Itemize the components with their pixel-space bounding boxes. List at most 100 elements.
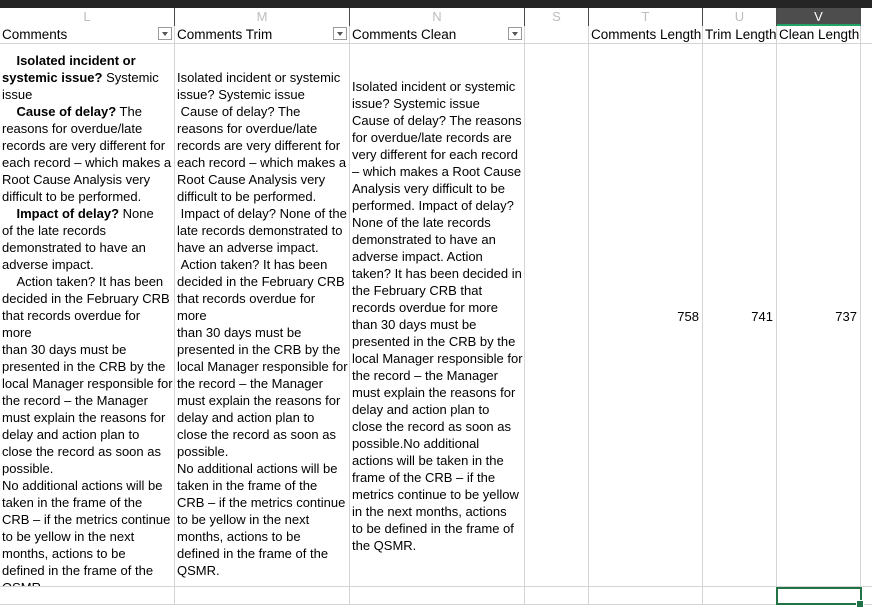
comment-line-text: systemic issue? — [2, 70, 103, 85]
header-trim-length[interactable]: Trim Length — [703, 26, 777, 44]
filter-dropdown-icon[interactable] — [508, 27, 522, 40]
comment-line-text: Action taken? It has been — [2, 274, 164, 289]
header-extra[interactable] — [861, 26, 872, 44]
header-comments-clean[interactable]: Comments Clean — [350, 26, 525, 44]
cell-comments-clean[interactable]: Isolated incident or systemic issue? Sys… — [350, 44, 525, 587]
comment-line-text: QSMR. — [2, 580, 45, 586]
comment-line-text: to be yellow in the next — [2, 529, 135, 544]
comment-line: Cause of delay? The — [2, 103, 173, 120]
comment-line: each record – which makes a — [2, 154, 173, 171]
column-header-t[interactable]: T — [589, 8, 703, 26]
comment-line: difficult to be performed. — [2, 188, 173, 205]
header-clean-length[interactable]: Clean Length — [777, 26, 861, 44]
comment-line-rest: The — [116, 104, 142, 119]
comment-line: presented in the CRB by the — [2, 358, 173, 375]
comment-line: that records overdue for more — [2, 307, 173, 341]
comment-line-text: issue — [2, 87, 33, 102]
comment-line-text: each record – which makes a — [2, 155, 172, 170]
comment-line: adverse impact. — [2, 256, 173, 273]
comment-line: delay and action plan to — [2, 426, 173, 443]
comment-line: systemic issue? Systemic — [2, 69, 173, 86]
comment-line-text: Root Cause Analysis very — [2, 172, 151, 187]
column-header-u[interactable]: U — [703, 8, 777, 26]
column-header-bar — [0, 0, 872, 8]
comment-line: local Manager responsible for — [2, 375, 173, 392]
comment-line: Action taken? It has been — [2, 273, 173, 290]
comment-line-text: months, actions to be — [2, 546, 126, 561]
cell-extra[interactable] — [861, 44, 872, 587]
comment-line: Root Cause Analysis very — [2, 171, 173, 188]
cell-comments[interactable]: Isolated incident or systemic issue? Syst… — [0, 44, 175, 587]
comment-line: must explain the reasons for — [2, 409, 173, 426]
cell-empty[interactable] — [175, 587, 350, 605]
comment-line: records are very different for — [2, 137, 173, 154]
cell-clean-length[interactable]: 737 — [777, 44, 861, 587]
active-cell-selection[interactable] — [776, 587, 862, 605]
comment-line: QSMR. — [2, 579, 173, 586]
comment-line-text: possible. — [2, 461, 54, 476]
comment-line-text: defined in the frame of the — [2, 563, 154, 578]
cell-empty[interactable] — [589, 587, 703, 605]
comment-line: to be yellow in the next — [2, 528, 173, 545]
comment-line: the record – the Manager — [2, 392, 173, 409]
comment-line-text: presented in the CRB by the — [2, 359, 166, 374]
comment-line-text: the record – the Manager — [2, 393, 148, 408]
comment-line: months, actions to be — [2, 545, 173, 562]
comment-line: of the late records — [2, 222, 173, 239]
comment-line-rest: Systemic — [102, 70, 159, 85]
column-header-n[interactable]: N — [350, 8, 525, 26]
comment-line-text: Impact of delay? — [2, 206, 120, 221]
comment-line: issue — [2, 86, 173, 103]
header-comments-trim-label: Comments Trim — [177, 27, 273, 42]
column-header-v[interactable]: V — [777, 8, 861, 26]
comment-line: Isolated incident or — [2, 52, 173, 69]
cell-empty[interactable] — [525, 587, 589, 605]
comment-line-text: adverse impact. — [2, 257, 94, 272]
header-comments-label: Comments — [2, 27, 68, 42]
header-comments-trim[interactable]: Comments Trim — [175, 26, 350, 44]
comment-line-text: taken in the frame of the — [2, 495, 143, 510]
header-comments-length-label: Comments Length — [591, 27, 702, 42]
comment-line: taken in the frame of the — [2, 494, 173, 511]
comment-line-text: than 30 days must be — [2, 342, 127, 357]
comment-line: than 30 days must be — [2, 341, 173, 358]
header-clean-length-label: Clean Length — [779, 27, 860, 42]
filter-dropdown-icon[interactable] — [333, 27, 347, 40]
cell-empty[interactable] — [0, 587, 175, 605]
comment-line: reasons for overdue/late — [2, 120, 173, 137]
column-header-s[interactable]: S — [525, 8, 589, 26]
cell-trim-length[interactable]: 741 — [703, 44, 777, 587]
fill-handle[interactable] — [856, 600, 864, 608]
comment-line-text: records are very different for — [2, 138, 166, 153]
comment-line-text: demonstrated to have an — [2, 240, 146, 255]
filter-dropdown-icon[interactable] — [158, 27, 172, 40]
column-header-l[interactable]: L — [0, 8, 175, 26]
header-comments-length[interactable]: Comments Length — [589, 26, 703, 44]
comment-line: close the record as soon as — [2, 443, 173, 460]
comment-line: demonstrated to have an — [2, 239, 173, 256]
header-trim-length-label: Trim Length — [705, 27, 777, 42]
comment-line-text: Cause of delay? — [2, 104, 117, 119]
column-header-extra[interactable] — [861, 8, 872, 26]
cell-comments-trim[interactable]: Isolated incident or systemic issue? Sys… — [175, 44, 350, 587]
cell-comments-length[interactable]: 758 — [589, 44, 703, 587]
column-header-m[interactable]: M — [175, 8, 350, 26]
comment-line-text: local Manager responsible for — [2, 376, 173, 391]
header-comments-clean-label: Comments Clean — [352, 27, 457, 42]
cell-empty[interactable] — [350, 587, 525, 605]
comment-line-text: that records overdue for more — [2, 308, 144, 340]
comment-line-rest: None — [119, 206, 154, 221]
comment-line-text: Isolated incident or — [2, 53, 136, 68]
cell-empty-s[interactable] — [525, 44, 589, 587]
header-empty-s[interactable] — [525, 26, 589, 44]
comment-line-text: of the late records — [2, 223, 107, 238]
cell-empty[interactable] — [703, 587, 777, 605]
header-comments[interactable]: Comments — [0, 26, 175, 44]
comment-line-text: must explain the reasons for — [2, 410, 166, 425]
comment-line: CRB – if the metrics continue — [2, 511, 173, 528]
comment-line-text: close the record as soon as — [2, 444, 161, 459]
comment-line-text: delay and action plan to — [2, 427, 140, 442]
comment-line-text: No additional actions will be — [2, 478, 163, 493]
comment-line-text: CRB – if the metrics continue — [2, 512, 171, 527]
comment-line: defined in the frame of the — [2, 562, 173, 579]
